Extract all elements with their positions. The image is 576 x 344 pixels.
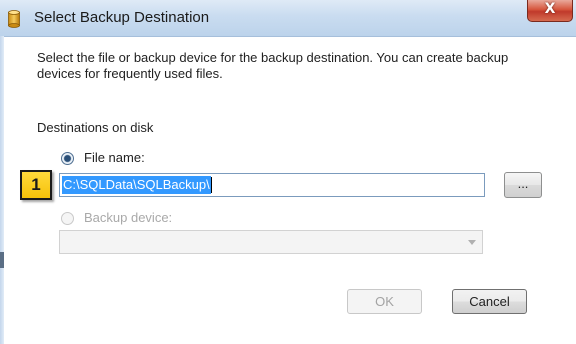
text-caret <box>211 177 212 193</box>
window-title: Select Backup Destination <box>34 9 210 26</box>
file-name-input[interactable]: C:\SQLData\SQLBackup\ <box>59 173 485 197</box>
destinations-on-disk-label: Destinations on disk <box>37 120 154 135</box>
step-callout-badge: 1 <box>20 170 52 200</box>
cancel-button[interactable]: Cancel <box>452 289 527 314</box>
close-icon: X <box>544 1 556 17</box>
file-name-radio-label[interactable]: File name: <box>84 150 145 165</box>
backup-device-dropdown[interactable] <box>59 230 483 254</box>
backup-device-radio-label[interactable]: Backup device: <box>84 210 172 225</box>
database-cylinder-icon <box>8 10 20 28</box>
screenshot-canvas: Select Backup Destination X Select the f… <box>0 0 576 344</box>
file-name-radio[interactable] <box>61 152 74 165</box>
browse-button[interactable]: ... <box>504 172 542 198</box>
backup-device-radio[interactable] <box>61 212 74 225</box>
chevron-down-icon <box>468 240 476 245</box>
title-bar[interactable]: Select Backup Destination X <box>0 0 576 37</box>
ok-button[interactable]: OK <box>347 289 422 314</box>
dialog-description: Select the file or backup device for the… <box>37 50 509 81</box>
close-button[interactable]: X <box>527 0 573 22</box>
file-name-input-value: C:\SQLData\SQLBackup\ <box>62 176 211 194</box>
